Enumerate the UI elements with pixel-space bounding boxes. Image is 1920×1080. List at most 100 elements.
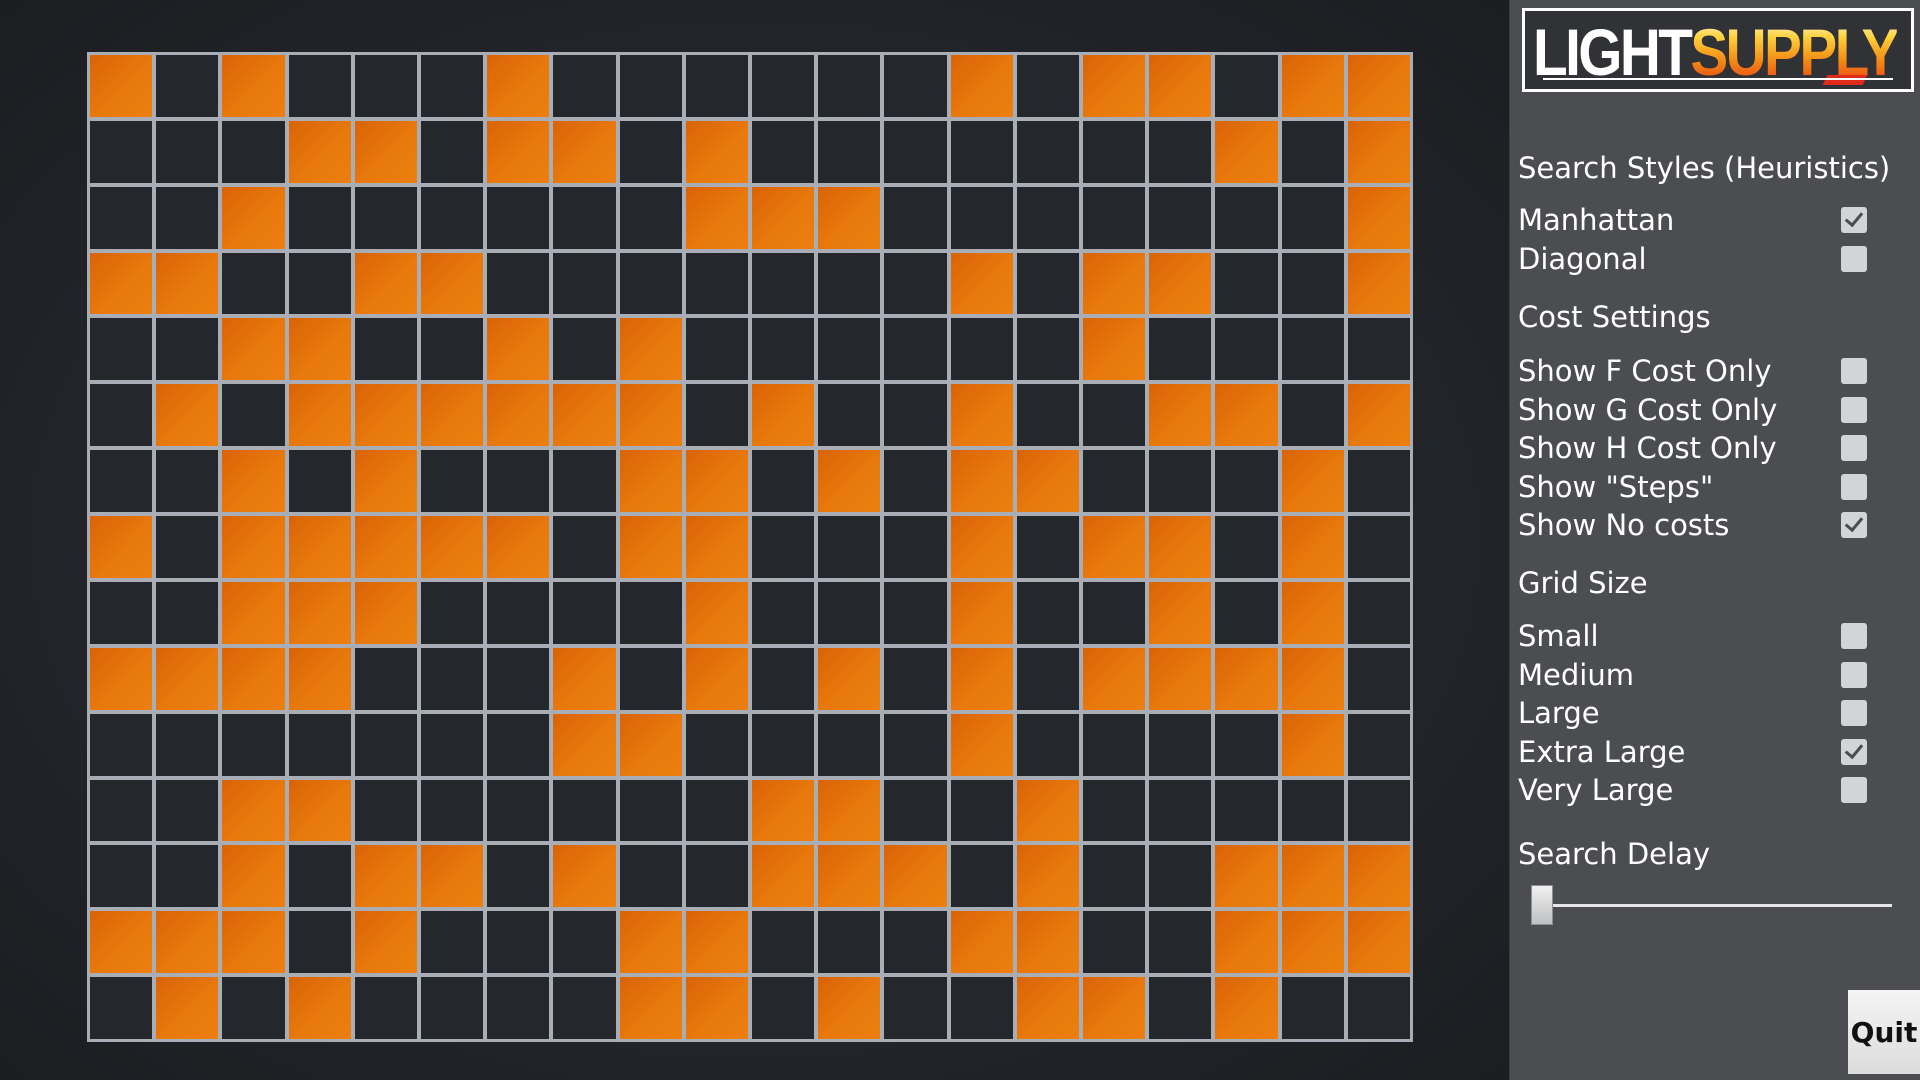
grid-cell-filled[interactable] xyxy=(553,713,616,776)
grid-cell-empty[interactable] xyxy=(1215,713,1278,776)
grid-cell-filled[interactable] xyxy=(950,450,1013,513)
grid-cell-empty[interactable] xyxy=(354,647,417,710)
grid-cell-empty[interactable] xyxy=(222,120,285,183)
grid-cell-empty[interactable] xyxy=(553,186,616,249)
grid-cell-empty[interactable] xyxy=(1016,318,1079,381)
grid-cell-filled[interactable] xyxy=(950,384,1013,447)
grid-cell-empty[interactable] xyxy=(354,318,417,381)
grid-cell-empty[interactable] xyxy=(1347,516,1410,578)
grid-cell-filled[interactable] xyxy=(1149,581,1212,644)
grid-cell-empty[interactable] xyxy=(1215,55,1278,117)
grid-cell-filled[interactable] xyxy=(222,186,285,249)
grid-cell-empty[interactable] xyxy=(950,120,1013,183)
grid-cell-filled[interactable] xyxy=(950,581,1013,644)
grid-cell-empty[interactable] xyxy=(553,55,616,117)
grid-cell-filled[interactable] xyxy=(685,120,748,183)
grid-cell-empty[interactable] xyxy=(884,516,947,578)
checkbox-medium[interactable] xyxy=(1841,661,1867,688)
grid-cell-filled[interactable] xyxy=(1083,516,1146,578)
grid-cell-empty[interactable] xyxy=(1149,911,1212,974)
grid-cell-filled[interactable] xyxy=(1149,252,1212,315)
grid-cell-filled[interactable] xyxy=(354,581,417,644)
grid-cell-empty[interactable] xyxy=(1149,977,1212,1039)
grid-cell-empty[interactable] xyxy=(553,779,616,842)
grid-cell-empty[interactable] xyxy=(1347,647,1410,710)
grid-cell-empty[interactable] xyxy=(156,581,219,644)
grid-cell-empty[interactable] xyxy=(156,779,219,842)
grid-cell-filled[interactable] xyxy=(487,384,550,447)
grid-cell-empty[interactable] xyxy=(1083,845,1146,908)
grid-cell-filled[interactable] xyxy=(487,516,550,578)
grid-cell-filled[interactable] xyxy=(354,911,417,974)
grid-cell-empty[interactable] xyxy=(685,384,748,447)
grid-cell-empty[interactable] xyxy=(884,779,947,842)
grid-cell-filled[interactable] xyxy=(1347,384,1410,447)
checkbox-diagonal[interactable] xyxy=(1841,245,1867,272)
grid-cell-empty[interactable] xyxy=(553,516,616,578)
grid-cell-empty[interactable] xyxy=(619,120,682,183)
grid-cell-empty[interactable] xyxy=(487,186,550,249)
grid-cell-empty[interactable] xyxy=(818,55,881,117)
grid-cell-empty[interactable] xyxy=(884,581,947,644)
grid-cell-empty[interactable] xyxy=(1016,120,1079,183)
grid-cell-empty[interactable] xyxy=(1149,450,1212,513)
grid-cell-filled[interactable] xyxy=(752,186,815,249)
grid-cell-empty[interactable] xyxy=(553,450,616,513)
grid-cell-empty[interactable] xyxy=(884,450,947,513)
grid-cell-filled[interactable] xyxy=(1347,911,1410,974)
grid-cell-filled[interactable] xyxy=(685,516,748,578)
grid-cell-empty[interactable] xyxy=(619,647,682,710)
grid-cell-filled[interactable] xyxy=(354,384,417,447)
grid-cell-filled[interactable] xyxy=(354,252,417,315)
grid-cell-empty[interactable] xyxy=(1083,779,1146,842)
grid-cell-empty[interactable] xyxy=(90,120,153,183)
grid-cell-empty[interactable] xyxy=(818,318,881,381)
grid-cell-filled[interactable] xyxy=(1281,55,1344,117)
grid-cell-filled[interactable] xyxy=(1083,55,1146,117)
grid-cell-filled[interactable] xyxy=(222,647,285,710)
grid-cell-filled[interactable] xyxy=(685,581,748,644)
grid-cell-filled[interactable] xyxy=(752,384,815,447)
grid-cell-empty[interactable] xyxy=(288,713,351,776)
grid-cell-empty[interactable] xyxy=(619,252,682,315)
grid-cell-empty[interactable] xyxy=(421,977,484,1039)
grid-cell-filled[interactable] xyxy=(487,55,550,117)
grid-cell-empty[interactable] xyxy=(487,252,550,315)
grid-cell-empty[interactable] xyxy=(288,450,351,513)
grid-cell-empty[interactable] xyxy=(1149,318,1212,381)
grid-cell-empty[interactable] xyxy=(90,318,153,381)
grid-cell-empty[interactable] xyxy=(619,845,682,908)
grid-cell-filled[interactable] xyxy=(884,845,947,908)
grid-cell-filled[interactable] xyxy=(288,318,351,381)
grid-cell-filled[interactable] xyxy=(222,779,285,842)
grid-cell-filled[interactable] xyxy=(553,384,616,447)
grid-cell-empty[interactable] xyxy=(288,186,351,249)
grid-cell-empty[interactable] xyxy=(818,384,881,447)
grid-cell-empty[interactable] xyxy=(421,647,484,710)
grid-cell-filled[interactable] xyxy=(156,647,219,710)
grid-cell-empty[interactable] xyxy=(752,977,815,1039)
grid-cell-filled[interactable] xyxy=(90,55,153,117)
option-show-steps[interactable]: Show "Steps" xyxy=(1518,469,1902,505)
grid-cell-filled[interactable] xyxy=(1347,845,1410,908)
grid-cell-empty[interactable] xyxy=(354,779,417,842)
grid-cell-empty[interactable] xyxy=(553,318,616,381)
slider-track[interactable] xyxy=(1542,904,1892,907)
grid-cell-empty[interactable] xyxy=(156,713,219,776)
grid-cell-empty[interactable] xyxy=(685,318,748,381)
grid-cell-empty[interactable] xyxy=(354,713,417,776)
grid-cell-empty[interactable] xyxy=(884,318,947,381)
grid-cell-empty[interactable] xyxy=(156,450,219,513)
grid-cell-empty[interactable] xyxy=(421,779,484,842)
grid-cell-empty[interactable] xyxy=(288,252,351,315)
grid-cell-filled[interactable] xyxy=(1016,977,1079,1039)
grid-cell-empty[interactable] xyxy=(619,55,682,117)
grid-cell-filled[interactable] xyxy=(1281,911,1344,974)
grid-cell-empty[interactable] xyxy=(553,977,616,1039)
grid-cell-filled[interactable] xyxy=(818,647,881,710)
grid-cell-empty[interactable] xyxy=(1281,186,1344,249)
grid-cell-filled[interactable] xyxy=(818,779,881,842)
grid-cell-empty[interactable] xyxy=(752,911,815,974)
checkbox-show-f-cost-only[interactable] xyxy=(1841,358,1867,384)
grid-cell-filled[interactable] xyxy=(288,384,351,447)
